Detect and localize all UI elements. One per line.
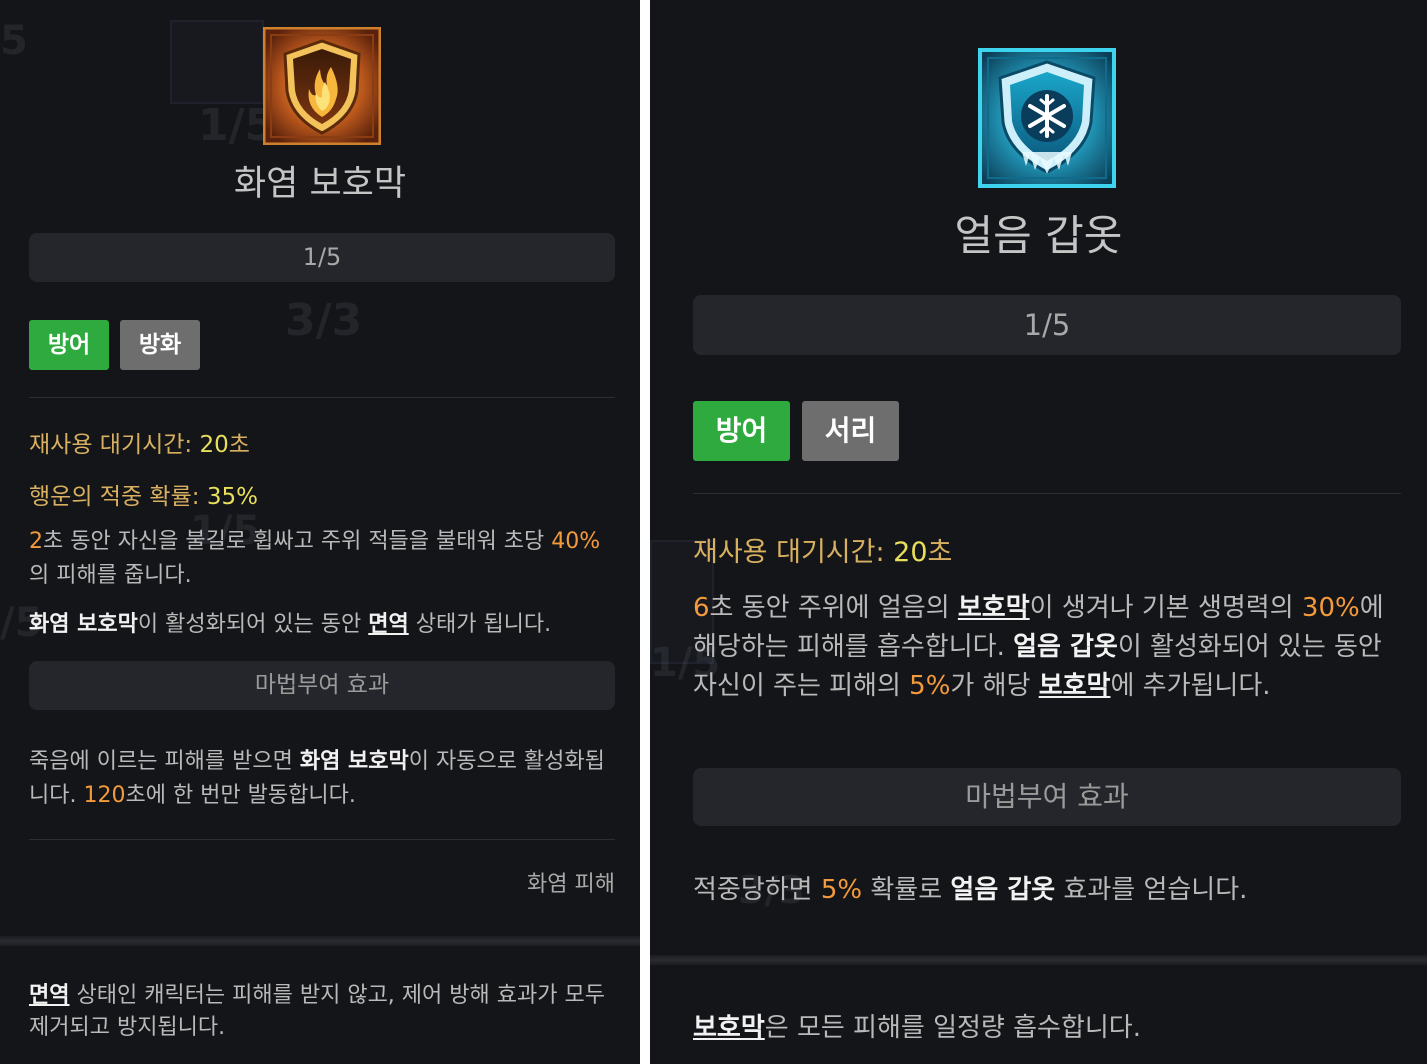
enchantment-header: 마법부여 효과: [693, 768, 1401, 826]
desc-text: 이 활성화되어 있는 동안: [137, 612, 369, 637]
ice-shield-icon: [978, 48, 1116, 188]
desc-text: 초에 한 번만 발동합니다.: [125, 783, 356, 808]
enchantment-description: 죽음에 이르는 피해를 받으면 화염 보호막이 자동으로 활성화됩니다. 120…: [29, 745, 619, 813]
immune-keyword-link[interactable]: 면역: [368, 612, 408, 637]
skill-title: 화염 보호막: [233, 164, 407, 204]
skill-description: 6초 동안 주위에 얼음의 보호막이 생겨나 기본 생명력의 30%에 해당하는…: [693, 589, 1405, 706]
cooldown-seconds-value: 120: [83, 783, 126, 808]
cooldown-value: 20: [199, 432, 229, 458]
desc-text: 이 생겨나 기본 생명력의: [1029, 593, 1302, 623]
footer-separator: [0, 936, 640, 946]
immune-keyword-link[interactable]: 면역: [29, 983, 69, 1008]
cooldown-value: 20: [893, 537, 928, 568]
tag-fire: 방화: [120, 320, 200, 370]
fire-shield-tooltip: 5 1/5 3/3 1/5 /5 화염 보호막 1/5 방어 방화 재사용 대기…: [0, 0, 640, 1064]
background-level-text: 3/3: [285, 295, 363, 346]
skill-keyword: 화염 보호막: [299, 749, 409, 774]
damage-type-label: 화염 피해: [527, 872, 615, 897]
barrier-keyword-link[interactable]: 보호막: [693, 1013, 765, 1043]
skill-keyword: 얼음 갑옷: [950, 875, 1056, 905]
skill-title: 얼음 갑옷: [954, 211, 1123, 260]
glossary-text: 은 모든 피해를 일정량 흡수합니다.: [764, 1013, 1141, 1043]
desc-text: 의 피해를 줍니다.: [29, 563, 192, 588]
cooldown-unit: 초: [927, 537, 953, 568]
skill-level-bar: 1/5: [29, 233, 615, 282]
keyword-glossary: 보호막은 모든 피해를 일정량 흡수합니다.: [693, 1008, 1413, 1048]
lucky-hit-label: 행운의 적중 확률:: [29, 484, 207, 510]
desc-text: 효과를 얻습니다.: [1055, 875, 1248, 905]
glossary-text: 상태인 캐릭터는 피해를 받지 않고, 제어 방해 효과가 모두 제거되고 방지…: [29, 983, 605, 1040]
tag-defense: 방어: [29, 320, 109, 370]
cooldown-label: 재사용 대기시간:: [693, 537, 894, 568]
desc-text: 상태가 됩니다.: [408, 612, 552, 637]
desc-text: 초 동안 자신을 불길로 휩싸고 주위 적들을 불태워 초당: [43, 529, 552, 554]
tag-frost: 서리: [802, 401, 899, 461]
fire-shield-icon: [263, 27, 381, 145]
life-percent-value: 30%: [1301, 593, 1360, 623]
desc-text: 적중당하면: [693, 875, 821, 905]
chance-percent-value: 5%: [820, 875, 863, 905]
cooldown-stat: 재사용 대기시간: 20초: [693, 530, 952, 569]
cooldown-stat: 재사용 대기시간: 20초: [29, 425, 250, 459]
cooldown-unit: 초: [228, 432, 250, 458]
desc-text: 확률로: [862, 875, 951, 905]
tag-defense: 방어: [693, 401, 790, 461]
divider: [29, 397, 615, 398]
damage-percent-value: 40%: [551, 529, 601, 554]
enchantment-header: 마법부여 효과: [29, 661, 615, 710]
background-level-text: 5: [0, 18, 28, 64]
footer-separator: [650, 955, 1427, 965]
damage-percent-value: 5%: [909, 671, 951, 701]
skill-description-immune: 화염 보호막이 활성화되어 있는 동안 면역 상태가 됩니다.: [29, 608, 629, 642]
barrier-keyword-link[interactable]: 보호막: [1039, 671, 1111, 701]
divider: [29, 839, 615, 840]
skill-keyword: 얼음 갑옷: [1013, 632, 1118, 662]
keyword-glossary: 면역 상태인 캐릭터는 피해를 받지 않고, 제어 방해 효과가 모두 제거되고…: [29, 980, 619, 1044]
divider: [693, 493, 1401, 494]
lucky-hit-stat: 행운의 적중 확률: 35%: [29, 477, 258, 511]
enchantment-description: 적중당하면 5% 확률로 얼음 갑옷 효과를 얻습니다.: [693, 870, 1413, 910]
lucky-hit-value: 35%: [206, 484, 258, 510]
desc-text: 죽음에 이르는 피해를 받으면: [29, 749, 300, 774]
skill-description: 2초 동안 자신을 불길로 휩싸고 주위 적들을 불태워 초당 40% 의 피해를…: [29, 525, 615, 593]
cooldown-label: 재사용 대기시간:: [29, 432, 200, 458]
duration-value: 6: [693, 593, 710, 623]
barrier-keyword-link[interactable]: 보호막: [958, 593, 1030, 623]
skill-level-bar: 1/5: [693, 295, 1401, 355]
desc-text: 초 동안 주위에 얼음의: [709, 593, 958, 623]
ice-armor-tooltip: 1/5 3/3 얼음 갑옷 1/5 방어 서리 재사용 대기시간: 20초 6초…: [650, 0, 1427, 1064]
background-skill-icon: [170, 20, 264, 104]
duration-value: 2: [29, 529, 43, 554]
desc-text: 가 해당: [950, 671, 1039, 701]
skill-keyword: 화염 보호막: [29, 612, 138, 637]
desc-text: 에 추가됩니다.: [1110, 671, 1271, 701]
